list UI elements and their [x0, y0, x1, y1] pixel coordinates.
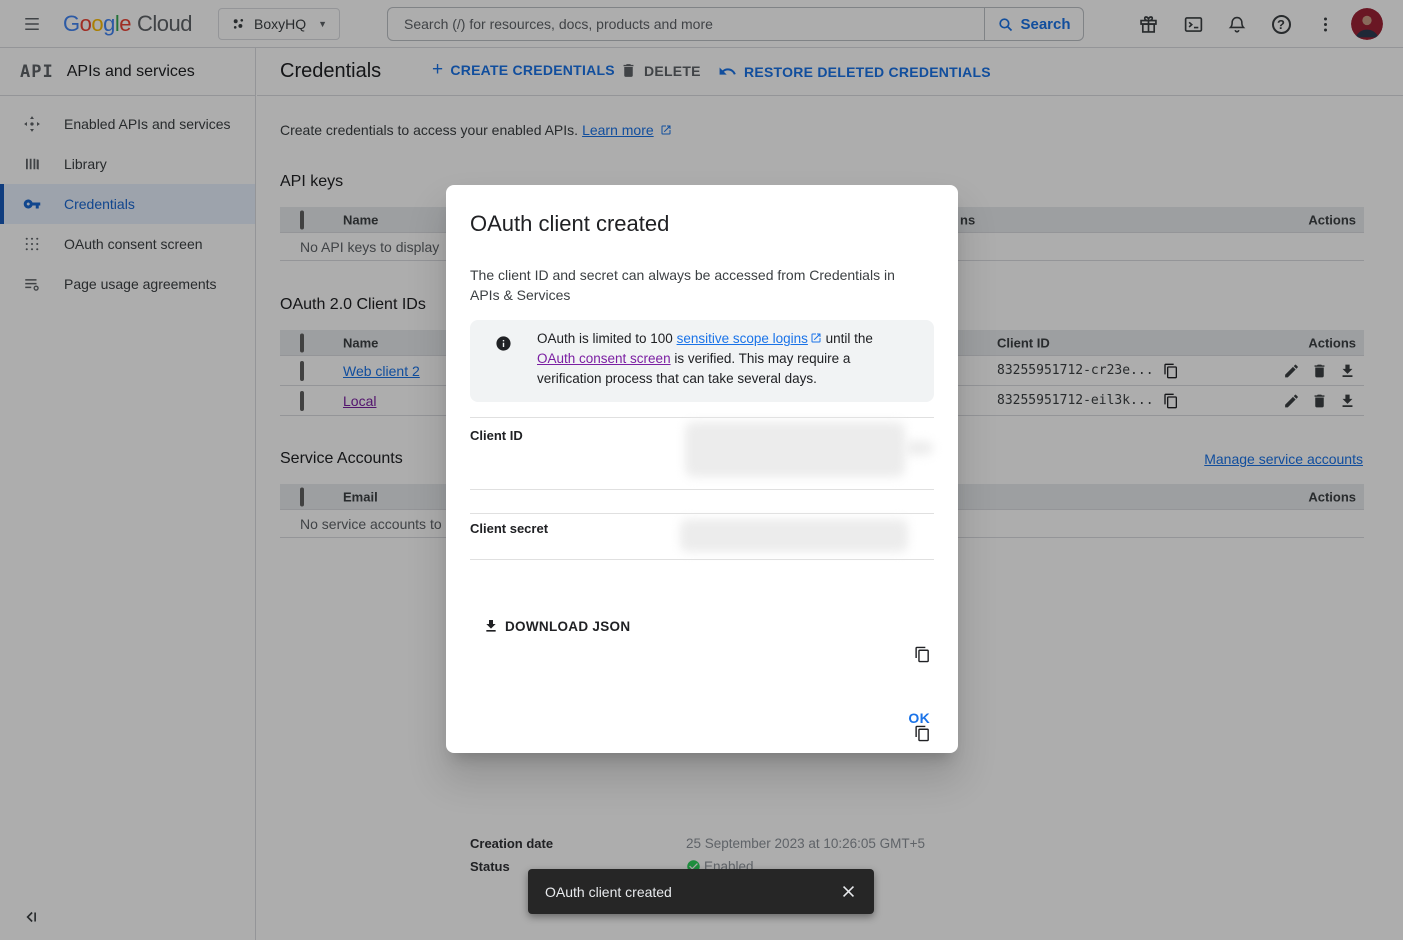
- notice-text: OAuth is limited to 100 sensitive scope …: [537, 329, 912, 389]
- download-json-button[interactable]: DOWNLOAD JSON: [483, 618, 630, 634]
- copy-client-id-icon[interactable]: [914, 646, 931, 663]
- notice-part2: until the: [822, 331, 873, 346]
- client-secret-redacted-value: [680, 519, 908, 552]
- dialog-subtitle: The client ID and secret can always be a…: [470, 265, 910, 305]
- notice-part1: OAuth is limited to 100: [537, 331, 677, 346]
- copy-client-secret-icon[interactable]: [914, 725, 931, 742]
- client-secret-label: Client secret: [470, 521, 548, 536]
- download-json-label: DOWNLOAD JSON: [505, 619, 630, 634]
- client-id-label: Client ID: [470, 428, 523, 443]
- info-icon: [495, 335, 512, 352]
- spacer-row: [470, 490, 934, 514]
- snackbar-toast: OAuth client created: [528, 869, 874, 914]
- client-id-redacted-value: [905, 441, 933, 455]
- ok-button[interactable]: OK: [908, 710, 930, 726]
- sensitive-scope-logins-link[interactable]: sensitive scope logins: [677, 331, 808, 346]
- oauth-client-created-dialog: OAuth client created The client ID and s…: [446, 185, 958, 753]
- download-icon: [483, 618, 499, 634]
- oauth-consent-screen-link[interactable]: OAuth consent screen: [537, 351, 671, 366]
- close-icon[interactable]: [840, 883, 857, 900]
- dialog-title: OAuth client created: [470, 211, 669, 237]
- external-link-icon: [810, 332, 822, 344]
- gcp-credentials-page: G o o g l e Cloud BoxyHQ ▼ Search: [0, 0, 1403, 940]
- oauth-limit-notice: OAuth is limited to 100 sensitive scope …: [470, 320, 934, 402]
- client-id-redacted-value: [685, 422, 905, 477]
- toast-message: OAuth client created: [545, 884, 672, 900]
